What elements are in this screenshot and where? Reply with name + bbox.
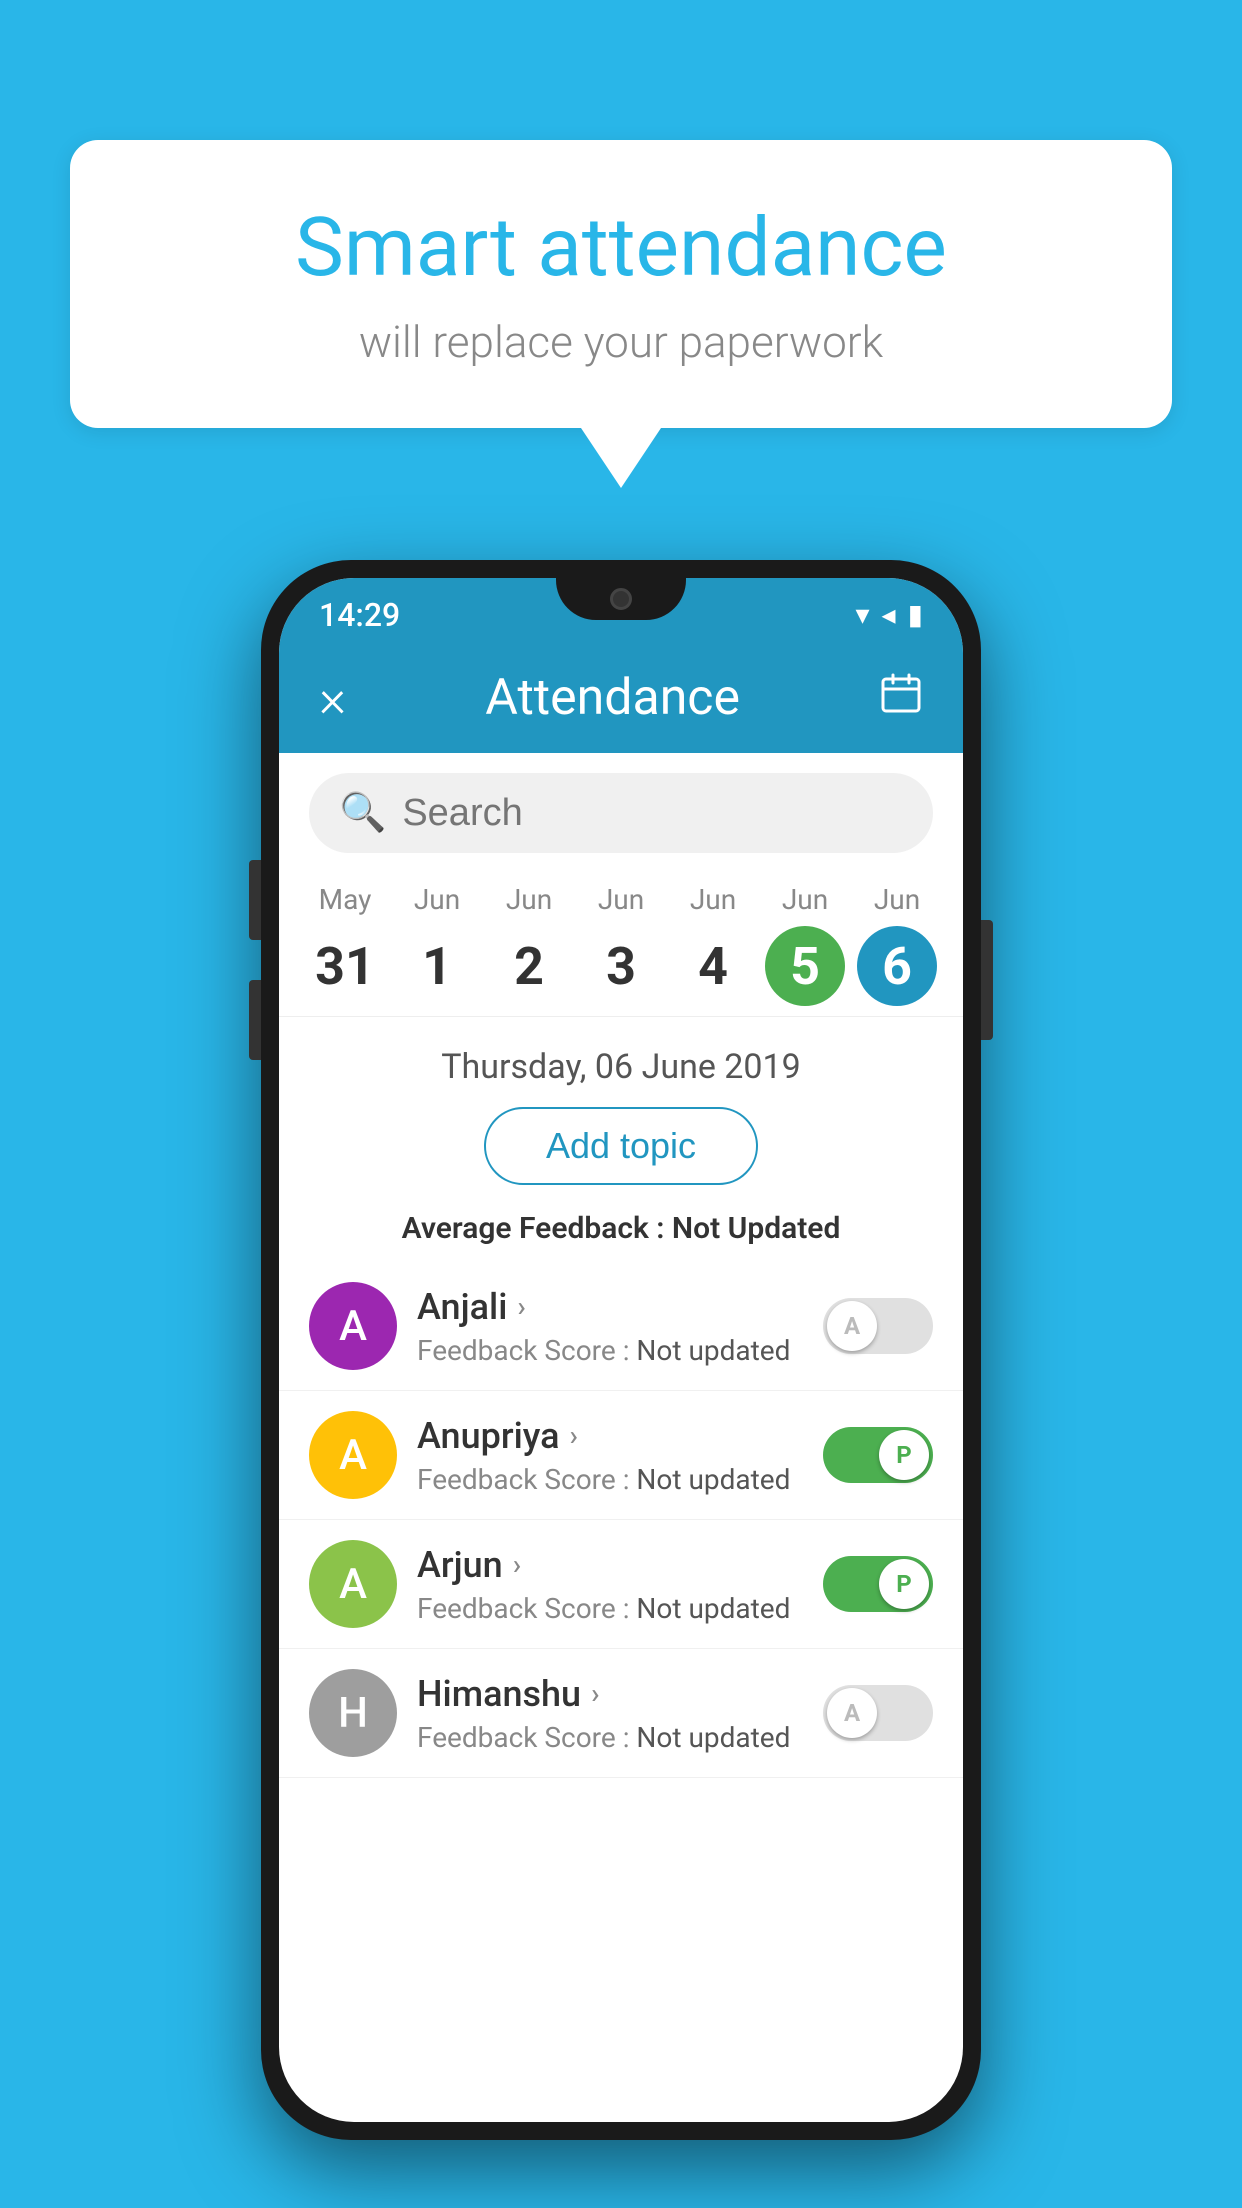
toggle-container[interactable]: A bbox=[823, 1298, 933, 1354]
student-feedback: Feedback Score : Not updated bbox=[417, 1334, 803, 1367]
app-bar-title: Attendance bbox=[485, 669, 740, 727]
toggle-knob: A bbox=[827, 1688, 877, 1738]
calendar-day-1[interactable]: Jun 1 bbox=[397, 883, 477, 1006]
student-feedback: Feedback Score : Not updated bbox=[417, 1721, 803, 1754]
phone-notch bbox=[556, 578, 686, 620]
day-number: 2 bbox=[489, 926, 569, 1006]
day-number: 31 bbox=[305, 926, 385, 1006]
student-name: Himanshu › bbox=[417, 1673, 803, 1715]
search-input[interactable] bbox=[402, 792, 903, 835]
chevron-right-icon: › bbox=[513, 1548, 521, 1581]
student-info: Anupriya › Feedback Score : Not updated bbox=[417, 1415, 803, 1496]
phone-outer: 14:29 ▾ ◂ ▮ × Attendance bbox=[261, 560, 981, 2140]
toggle-knob: P bbox=[879, 1559, 929, 1609]
student-feedback: Feedback Score : Not updated bbox=[417, 1463, 803, 1496]
bubble-subtitle: will replace your paperwork bbox=[150, 316, 1092, 368]
day-number: 5 bbox=[765, 926, 845, 1006]
day-month: Jun bbox=[598, 883, 644, 916]
day-month: Jun bbox=[874, 883, 920, 916]
average-feedback-value: Not Updated bbox=[672, 1211, 840, 1246]
chevron-right-icon: › bbox=[591, 1677, 599, 1710]
speech-bubble-container: Smart attendance will replace your paper… bbox=[70, 140, 1172, 488]
signal-icon: ◂ bbox=[882, 598, 896, 631]
toggle-container[interactable]: P bbox=[823, 1427, 933, 1483]
student-avatar: A bbox=[309, 1282, 397, 1370]
wifi-icon: ▾ bbox=[855, 598, 869, 631]
search-container[interactable]: 🔍 bbox=[309, 773, 933, 853]
phone-camera bbox=[610, 588, 632, 610]
battery-icon: ▮ bbox=[908, 598, 923, 631]
day-month: May bbox=[319, 883, 372, 916]
speech-bubble: Smart attendance will replace your paper… bbox=[70, 140, 1172, 428]
day-month: Jun bbox=[690, 883, 736, 916]
bubble-title: Smart attendance bbox=[150, 200, 1092, 296]
calendar-day-2[interactable]: Jun 2 bbox=[489, 883, 569, 1006]
calendar-day-4[interactable]: Jun 4 bbox=[673, 883, 753, 1006]
calendar-day-3[interactable]: Jun 3 bbox=[581, 883, 661, 1006]
calendar-icon-button[interactable] bbox=[879, 671, 923, 726]
student-name: Anjali › bbox=[417, 1286, 803, 1328]
student-item[interactable]: H Himanshu › Feedback Score : Not updated A bbox=[279, 1649, 963, 1778]
student-avatar: H bbox=[309, 1669, 397, 1757]
phone-screen: 14:29 ▾ ◂ ▮ × Attendance bbox=[279, 578, 963, 2122]
chevron-right-icon: › bbox=[517, 1290, 525, 1323]
day-number: 1 bbox=[397, 926, 477, 1006]
calendar-day-5[interactable]: Jun 5 bbox=[765, 883, 845, 1006]
calendar-row: May 31 Jun 1 Jun 2 Jun 3 Jun 4 Jun 5 Jun 6 bbox=[279, 873, 963, 1017]
attendance-toggle[interactable]: A bbox=[823, 1298, 933, 1354]
app-bar: × Attendance bbox=[279, 643, 963, 753]
selected-date-section: Thursday, 06 June 2019 Add topic bbox=[279, 1017, 963, 1195]
student-info: Arjun › Feedback Score : Not updated bbox=[417, 1544, 803, 1625]
calendar-day-31[interactable]: May 31 bbox=[305, 883, 385, 1006]
student-item[interactable]: A Anjali › Feedback Score : Not updated A bbox=[279, 1262, 963, 1391]
average-feedback-info: Average Feedback : Not Updated bbox=[279, 1195, 963, 1262]
attendance-toggle[interactable]: P bbox=[823, 1556, 933, 1612]
day-month: Jun bbox=[782, 883, 828, 916]
status-time: 14:29 bbox=[319, 596, 400, 634]
add-topic-button[interactable]: Add topic bbox=[484, 1107, 758, 1185]
close-button[interactable]: × bbox=[319, 668, 346, 729]
attendance-toggle[interactable]: A bbox=[823, 1685, 933, 1741]
day-number: 3 bbox=[581, 926, 661, 1006]
day-month: Jun bbox=[506, 883, 552, 916]
power-button bbox=[981, 920, 993, 1040]
student-info: Himanshu › Feedback Score : Not updated bbox=[417, 1673, 803, 1754]
day-number: 4 bbox=[673, 926, 753, 1006]
student-name: Anupriya › bbox=[417, 1415, 803, 1457]
toggle-knob: P bbox=[879, 1430, 929, 1480]
volume-up-button bbox=[249, 860, 261, 940]
student-avatar: A bbox=[309, 1411, 397, 1499]
calendar-day-6[interactable]: Jun 6 bbox=[857, 883, 937, 1006]
student-avatar: A bbox=[309, 1540, 397, 1628]
toggle-knob: A bbox=[827, 1301, 877, 1351]
speech-bubble-tail bbox=[581, 428, 661, 488]
student-name: Arjun › bbox=[417, 1544, 803, 1586]
student-list: AAnjali ›Feedback Score : Not updatedAAA… bbox=[279, 1262, 963, 1778]
student-info: Anjali › Feedback Score : Not updated bbox=[417, 1286, 803, 1367]
selected-date-text: Thursday, 06 June 2019 bbox=[299, 1047, 943, 1087]
search-icon: 🔍 bbox=[339, 791, 386, 835]
student-feedback: Feedback Score : Not updated bbox=[417, 1592, 803, 1625]
day-month: Jun bbox=[414, 883, 460, 916]
attendance-toggle[interactable]: P bbox=[823, 1427, 933, 1483]
volume-down-button bbox=[249, 980, 261, 1060]
toggle-container[interactable]: A bbox=[823, 1685, 933, 1741]
phone-wrapper: 14:29 ▾ ◂ ▮ × Attendance bbox=[261, 560, 981, 2140]
toggle-container[interactable]: P bbox=[823, 1556, 933, 1612]
day-number: 6 bbox=[857, 926, 937, 1006]
average-feedback-label: Average Feedback : bbox=[402, 1211, 665, 1246]
student-item[interactable]: A Arjun › Feedback Score : Not updated P bbox=[279, 1520, 963, 1649]
student-item[interactable]: A Anupriya › Feedback Score : Not updated P bbox=[279, 1391, 963, 1520]
status-icons: ▾ ◂ ▮ bbox=[855, 598, 923, 631]
chevron-right-icon: › bbox=[570, 1419, 578, 1452]
